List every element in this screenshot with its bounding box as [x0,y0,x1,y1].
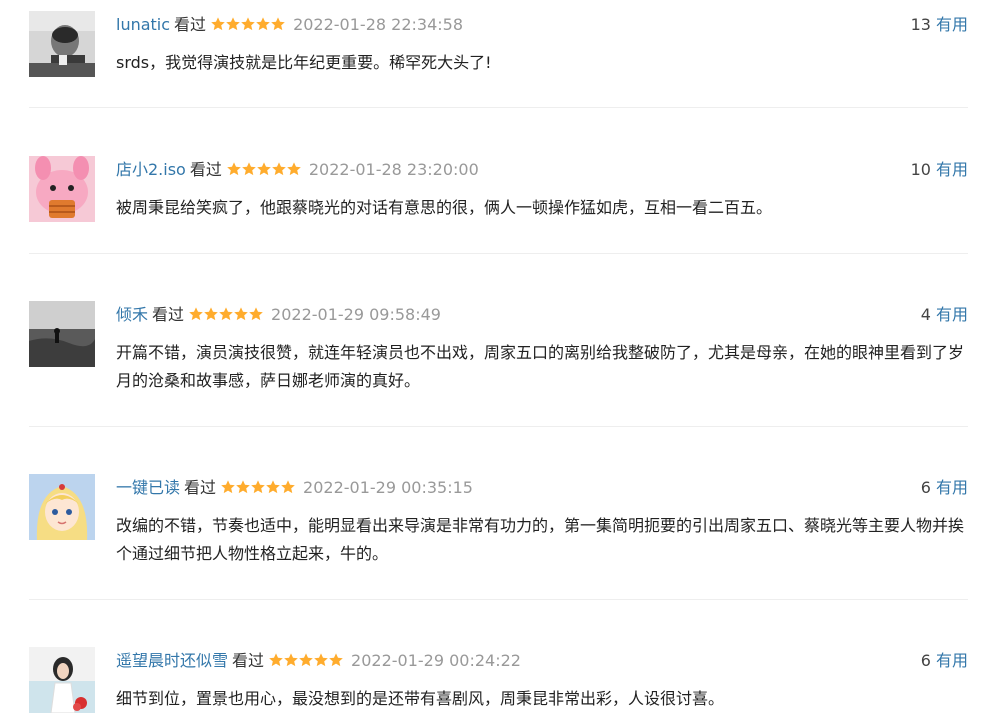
user-avatar[interactable] [29,474,95,540]
star-icon [227,162,241,176]
comment-info: 遥望晨时还似雪 看过 2022-01-29 00:24:22 [116,649,521,673]
user-avatar[interactable] [29,301,95,367]
user-avatar[interactable] [29,156,95,222]
star-icon [189,307,203,321]
star-icon [226,17,240,31]
divider [29,253,968,254]
star-icon [287,162,301,176]
vote-count: 6 [920,478,931,497]
comment-time: 2022-01-29 09:58:49 [271,305,441,324]
star-icon [269,653,283,667]
star-icon [314,653,328,667]
vote-area: 13 有用 [911,13,968,37]
watch-status: 看过 [184,478,217,497]
star-icon [249,307,263,321]
useful-button[interactable]: 有用 [936,160,968,179]
vote-count: 13 [910,15,931,34]
vote-area: 10 有用 [911,158,968,182]
user-avatar[interactable] [29,11,95,77]
star-icon [271,17,285,31]
vote-area: 6 有用 [921,649,968,673]
useful-button[interactable]: 有用 [936,478,968,497]
comment-info: 店小2.iso 看过 2022-01-28 23:20:00 [116,158,479,182]
star-icon [236,480,250,494]
star-icon [281,480,295,494]
comment-text: 改编的不错，节奏也适中，能明显看出来导演是非常有功力的，第一集简明扼要的引出周家… [116,516,965,563]
rating-stars [268,651,343,675]
comment-info: 倾禾 看过 2022-01-29 09:58:49 [116,303,441,327]
star-icon [257,162,271,176]
vote-count: 4 [920,305,931,324]
comment-text: 开篇不错，演员演技很赞，就连年轻演员也不出戏，周家五口的离别给我整破防了，尤其是… [116,343,965,390]
comment-time: 2022-01-29 00:24:22 [351,651,521,670]
username-link[interactable]: lunatic [116,15,170,34]
vote-count: 6 [920,651,931,670]
watch-status: 看过 [152,305,185,324]
watch-status: 看过 [232,651,265,670]
divider [29,599,968,600]
comment-time: 2022-01-29 00:35:15 [303,478,473,497]
star-icon [234,307,248,321]
username-link[interactable]: 遥望晨时还似雪 [116,651,228,670]
comment-list: lunatic 看过 2022-01-28 22:34:58 13 有用 srds，… [0,0,1000,727]
username-link[interactable]: 店小2.iso [116,160,186,179]
star-icon [211,17,225,31]
watch-status: 看过 [174,15,207,34]
star-icon [221,480,235,494]
username-link[interactable]: 倾禾 [116,305,148,324]
rating-stars [188,305,263,329]
star-icon [251,480,265,494]
useful-button[interactable]: 有用 [936,305,968,324]
comment-text: 被周秉昆给笑疯了，他跟蔡晓光的对话有意思的很，俩人一顿操作猛如虎，互相一看二百五… [116,198,773,217]
comment-info: lunatic 看过 2022-01-28 22:34:58 [116,13,463,37]
star-icon [241,17,255,31]
user-avatar[interactable] [29,647,95,713]
rating-stars [226,160,301,184]
watch-status: 看过 [189,160,222,179]
star-icon [284,653,298,667]
vote-area: 6 有用 [921,476,968,500]
vote-area: 4 有用 [921,303,968,327]
comment-info: 一键已读 看过 2022-01-29 00:35:15 [116,476,473,500]
comment-time: 2022-01-28 22:34:58 [293,15,463,34]
star-icon [266,480,280,494]
star-icon [272,162,286,176]
divider [29,426,968,427]
comment-text: 细节到位，置景也用心，最没想到的是还带有喜剧风，周秉昆非常出彩，人设很讨喜。 [116,689,725,708]
comment-time: 2022-01-28 23:20:00 [308,160,479,179]
username-link[interactable]: 一键已读 [116,478,180,497]
rating-stars [210,15,285,39]
divider [29,107,968,108]
star-icon [219,307,233,321]
star-icon [242,162,256,176]
vote-count: 10 [910,160,931,179]
star-icon [256,17,270,31]
useful-button[interactable]: 有用 [936,651,968,670]
useful-button[interactable]: 有用 [936,15,968,34]
comment-text: srds，我觉得演技就是比年纪更重要。稀罕死大头了! [116,53,492,72]
star-icon [204,307,218,321]
star-icon [329,653,343,667]
star-icon [299,653,313,667]
rating-stars [220,478,295,502]
